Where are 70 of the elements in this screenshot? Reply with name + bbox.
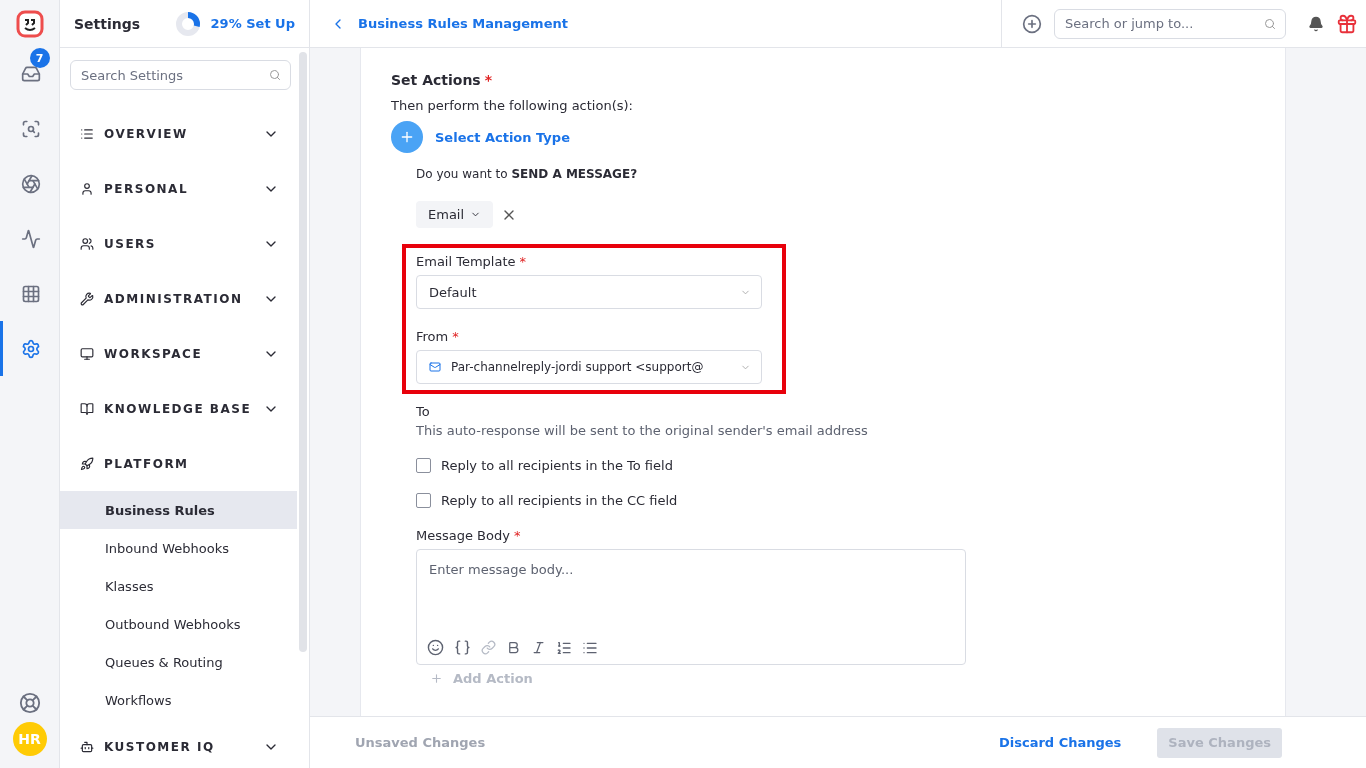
italic-icon[interactable] xyxy=(531,640,546,655)
bell-icon[interactable] xyxy=(1308,15,1324,32)
checkbox[interactable] xyxy=(416,458,431,473)
sidebar-section[interactable]: ADMINISTRATION xyxy=(70,271,297,326)
settings-icon xyxy=(21,338,41,359)
numbered-list-icon[interactable] xyxy=(556,639,572,656)
aperture-icon xyxy=(21,173,41,194)
section-subheading: Then perform the following action(s): xyxy=(391,98,634,113)
template-dropdown[interactable]: Default xyxy=(416,275,762,309)
checkbox[interactable] xyxy=(416,493,431,508)
help-icon[interactable] xyxy=(18,692,41,714)
sidebar-section[interactable]: WORKSPACE xyxy=(70,326,297,381)
sidebar-title: Settings xyxy=(74,15,142,32)
grid-icon xyxy=(21,283,41,304)
sidebar-section[interactable]: KNOWLEDGE BASE xyxy=(70,381,297,436)
page-title: Business Rules Management xyxy=(358,16,568,31)
logo-icon[interactable] xyxy=(15,10,44,38)
robot-icon xyxy=(80,739,94,754)
rail-button[interactable]: 7 xyxy=(0,46,60,101)
search-icon xyxy=(1264,17,1276,30)
sidebar-section[interactable]: OVERVIEW xyxy=(70,106,297,161)
status-text: Unsaved Changes xyxy=(355,735,487,750)
sidebar-item[interactable]: Workflows xyxy=(60,681,297,719)
sidebar-section[interactable]: PLATFORM xyxy=(70,436,297,491)
section-heading: Set Actions * xyxy=(391,72,493,88)
bold-icon[interactable] xyxy=(506,640,521,655)
checkbox-label: Reply to all recipients in the CC field xyxy=(441,493,678,508)
search-field[interactable]: Search or jump to... xyxy=(1054,8,1286,39)
sidebar-section[interactable]: KUSTOMER IQ xyxy=(70,719,297,768)
search-list-icon xyxy=(21,118,41,139)
monitor-icon xyxy=(80,346,94,361)
sidebar-item[interactable]: Outbound Webhooks xyxy=(60,605,297,643)
add-icon[interactable] xyxy=(1022,13,1042,34)
field-label: Email Template * xyxy=(416,254,528,269)
sidebar-item[interactable]: Klasses xyxy=(60,567,297,605)
sidebar-section[interactable]: USERS xyxy=(70,216,297,271)
message-editor[interactable]: Enter message body... xyxy=(416,549,966,665)
book-icon xyxy=(80,401,94,416)
wrench-icon xyxy=(80,291,94,306)
activity-icon xyxy=(21,228,41,249)
plus-icon xyxy=(399,129,415,145)
from-dropdown[interactable]: Par-channelreply-jordi support <support@ xyxy=(416,350,762,384)
people-icon xyxy=(80,236,94,251)
field-label: From * xyxy=(416,329,460,344)
search-icon xyxy=(269,69,281,81)
variable-icon[interactable] xyxy=(454,639,471,656)
person-icon xyxy=(80,181,94,196)
rocket-icon xyxy=(80,456,94,471)
sidebar-item[interactable]: Queues & Routing xyxy=(60,643,297,681)
mail-icon xyxy=(429,361,441,373)
question-text: Do you want to SEND A MESSAGE? xyxy=(416,167,639,181)
channel-dropdown[interactable]: Email xyxy=(416,201,494,228)
plus-icon xyxy=(430,672,443,685)
scrollbar[interactable] xyxy=(299,52,307,652)
gift-icon[interactable] xyxy=(1336,12,1358,35)
sidebar-section[interactable]: PERSONAL xyxy=(70,161,297,216)
count-badge: 7 xyxy=(29,48,50,68)
list-icon xyxy=(80,126,94,141)
emoji-icon[interactable] xyxy=(427,639,444,656)
field-label: To xyxy=(416,404,431,419)
to-note: This auto-response will be sent to the original sender's email address xyxy=(416,423,869,438)
add-button[interactable] xyxy=(391,121,423,153)
field-label: Message Body * xyxy=(416,528,522,543)
sidebar-item[interactable]: Business Rules xyxy=(60,491,297,529)
checkbox-label: Reply to all recipients in the To field xyxy=(441,458,673,473)
search-field[interactable]: Search Settings xyxy=(70,60,291,90)
discard-button[interactable]: Discard Changes xyxy=(992,734,1128,751)
sidebar-item[interactable]: Inbound Webhooks xyxy=(60,529,297,567)
select-action-link[interactable]: Select Action Type xyxy=(435,129,570,145)
setup-link[interactable]: 29% Set Up xyxy=(210,16,295,31)
